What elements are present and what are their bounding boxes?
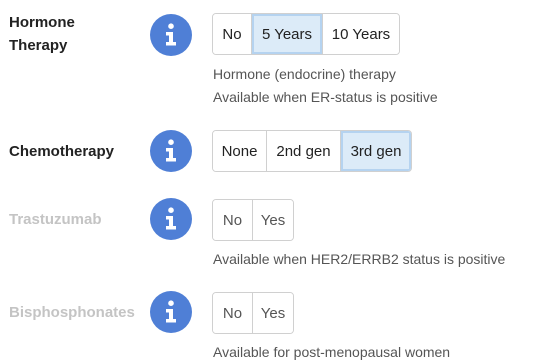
- bisphosphonates-info-icon[interactable]: [150, 291, 192, 333]
- trastuzumab-option-no[interactable]: No: [213, 200, 253, 240]
- chemotherapy-info-icon[interactable]: [150, 130, 192, 172]
- hormone-therapy-option-10-years[interactable]: 10 Years: [323, 14, 399, 54]
- info-glyph-icon: [166, 139, 176, 162]
- bisphosphonates-button-group: No Yes: [212, 292, 294, 334]
- hormone-therapy-option-5-years[interactable]: 5 Years: [252, 14, 323, 54]
- info-glyph-icon: [166, 23, 176, 46]
- hormone-therapy-help-line2: Available when ER-status is positive: [213, 89, 438, 105]
- chemotherapy-label: Chemotherapy: [9, 143, 115, 160]
- trastuzumab-button-group: No Yes: [212, 199, 294, 241]
- hormone-therapy-label: Hormone Therapy: [9, 11, 75, 57]
- chemotherapy-option-3rd-gen[interactable]: 3rd gen: [341, 131, 411, 171]
- bisphosphonates-option-no[interactable]: No: [213, 293, 253, 333]
- hormone-therapy-help-line1: Hormone (endocrine) therapy: [213, 66, 396, 82]
- hormone-therapy-label-line2: Therapy: [9, 37, 68, 54]
- chemotherapy-option-2nd-gen[interactable]: 2nd gen: [267, 131, 341, 171]
- trastuzumab-option-yes[interactable]: Yes: [253, 200, 293, 240]
- hormone-therapy-button-group: No 5 Years 10 Years: [212, 13, 400, 55]
- hormone-therapy-info-icon[interactable]: [150, 14, 192, 56]
- hormone-therapy-label-line1: Hormone: [9, 14, 75, 31]
- trastuzumab-help: Available when HER2/ERRB2 status is posi…: [213, 251, 506, 267]
- bisphosphonates-label: Bisphosphonates: [9, 304, 135, 321]
- trastuzumab-label: Trastuzumab: [9, 211, 102, 228]
- trastuzumab-info-icon[interactable]: [150, 198, 192, 240]
- bisphosphonates-help: Available for post-menopausal women: [213, 344, 451, 360]
- bisphosphonates-option-yes[interactable]: Yes: [253, 293, 293, 333]
- info-glyph-icon: [166, 300, 176, 323]
- info-glyph-icon: [166, 207, 176, 230]
- chemotherapy-option-none[interactable]: None: [213, 131, 267, 171]
- hormone-therapy-option-no[interactable]: No: [213, 14, 252, 54]
- chemotherapy-button-group: None 2nd gen 3rd gen: [212, 130, 412, 172]
